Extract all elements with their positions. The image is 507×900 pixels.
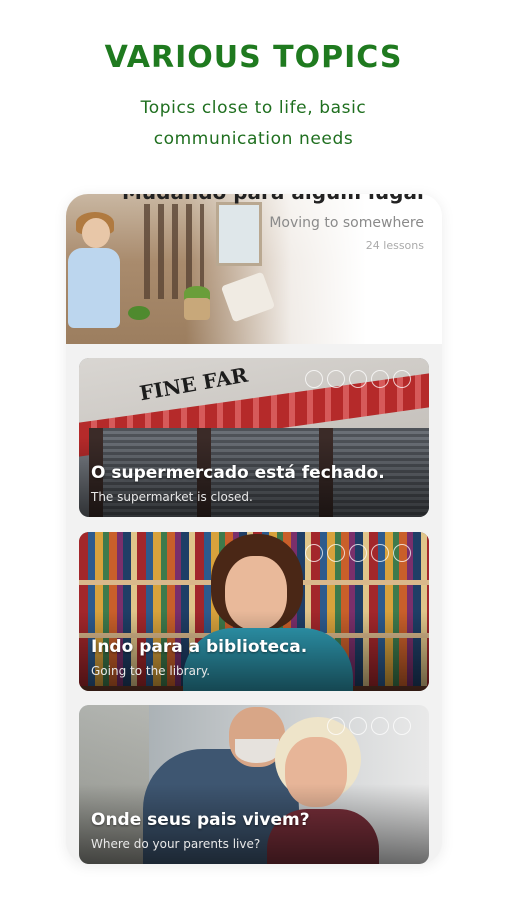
topic-title: Indo para a biblioteca. xyxy=(91,637,308,657)
progress-dots xyxy=(305,370,411,388)
progress-dot-icon xyxy=(349,544,367,562)
progress-dot-icon xyxy=(327,717,345,735)
topic-card-library[interactable]: Indo para a biblioteca. Going to the lib… xyxy=(79,532,429,691)
progress-dots xyxy=(305,544,411,562)
store-sign: FINE FAR xyxy=(137,362,250,406)
topic-title: Mudando para algum lugar xyxy=(122,194,427,204)
topic-subtitle: Moving to somewhere xyxy=(269,215,424,231)
topic-subtitle: The supermarket is closed. xyxy=(91,490,253,504)
progress-dot-icon xyxy=(305,544,323,562)
topic-subtitle: Where do your parents live? xyxy=(91,837,261,851)
topic-title: O supermercado está fechado. xyxy=(91,463,385,483)
progress-dot-icon xyxy=(327,370,345,388)
topic-subtitle: Going to the library. xyxy=(91,664,211,678)
progress-dot-icon xyxy=(393,370,411,388)
subtitle-line-2: communication needs xyxy=(153,129,354,149)
phone-screen: Mudando para algum lugar Moving to somew… xyxy=(66,194,442,864)
progress-dot-icon xyxy=(393,544,411,562)
progress-dot-icon xyxy=(327,544,345,562)
progress-dot-icon xyxy=(349,370,367,388)
page-title: VARIOUS TOPICS xyxy=(104,40,403,75)
page-subtitle: Topics close to life, basic communicatio… xyxy=(0,93,507,155)
progress-dot-icon xyxy=(393,717,411,735)
progress-dot-icon xyxy=(305,370,323,388)
lesson-count: 24 lessons xyxy=(365,239,424,252)
promo-page: VARIOUS TOPICS Topics close to life, bas… xyxy=(0,0,507,900)
topic-title: Onde seus pais vivem? xyxy=(91,810,310,830)
progress-dot-icon xyxy=(371,717,389,735)
topic-card-moving[interactable]: Mudando para algum lugar Moving to somew… xyxy=(66,194,442,344)
progress-dots xyxy=(327,717,411,735)
topic-card-parents[interactable]: Onde seus pais vivem? Where do your pare… xyxy=(79,705,429,864)
progress-dot-icon xyxy=(371,370,389,388)
progress-dot-icon xyxy=(371,544,389,562)
subtitle-line-1: Topics close to life, basic xyxy=(140,98,367,118)
topic-card-supermarket[interactable]: FINE FAR O supermercado está fechado. Th… xyxy=(79,358,429,517)
progress-dot-icon xyxy=(349,717,367,735)
